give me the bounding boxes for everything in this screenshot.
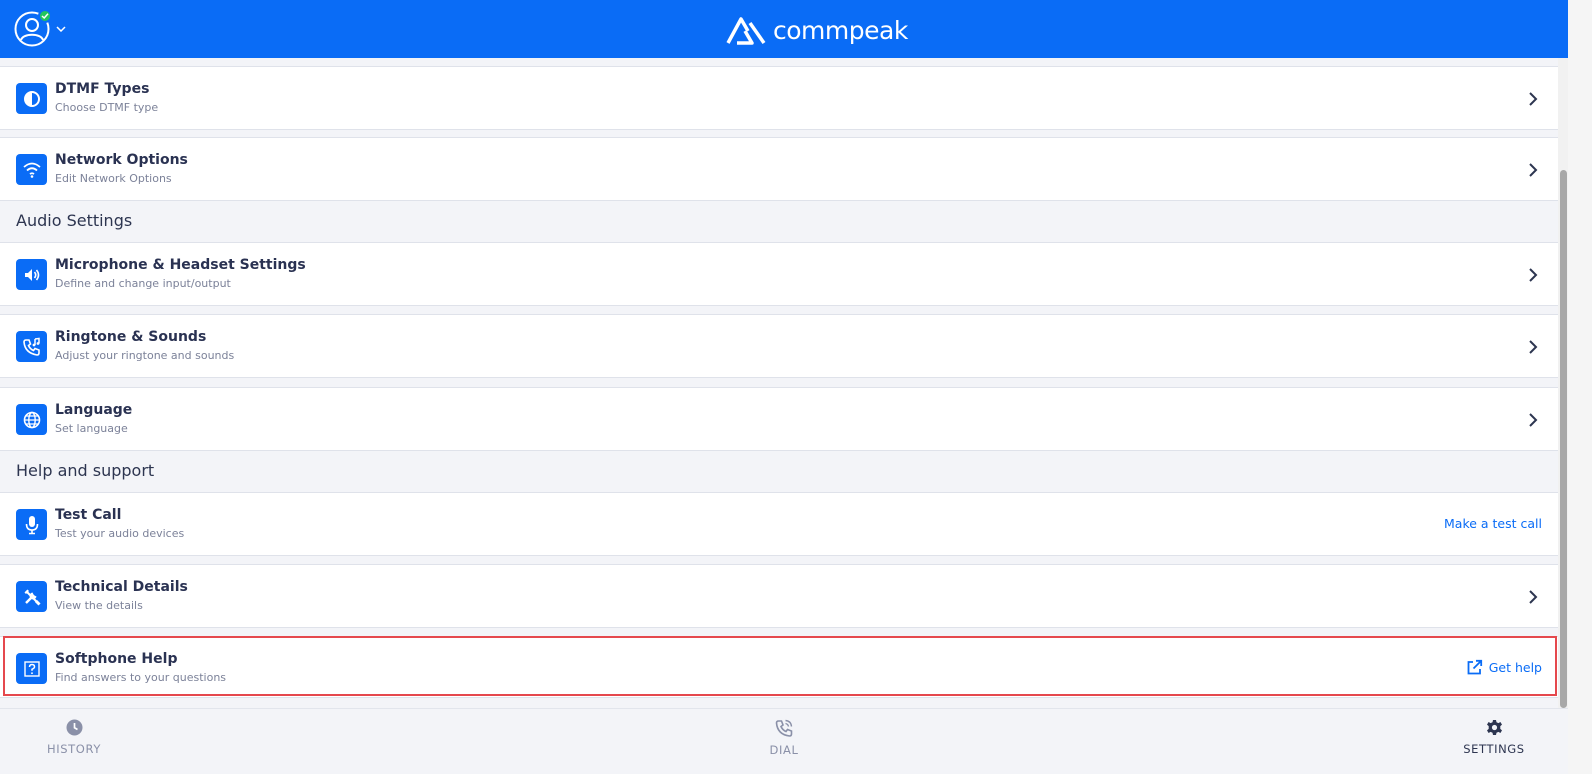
- settings-row-network[interactable]: Network Options Edit Network Options: [0, 137, 1558, 201]
- bottom-navigation: HISTORY DIAL SETTINGS: [0, 708, 1568, 774]
- chevron-right-icon: [1529, 590, 1538, 604]
- row-subtitle: Set language: [55, 422, 128, 435]
- settings-row-dtmf[interactable]: DTMF Types Choose DTMF type: [0, 66, 1558, 130]
- check-icon: [41, 13, 49, 20]
- chevron-right-icon: [1529, 163, 1538, 177]
- settings-list: DTMF Types Choose DTMF type Network Opti…: [0, 58, 1558, 708]
- app-header: commpeak: [0, 0, 1568, 58]
- chevron-right-icon: [1529, 340, 1538, 354]
- row-title: DTMF Types: [55, 81, 150, 97]
- row-subtitle: Adjust your ringtone and sounds: [55, 349, 235, 362]
- gear-icon: [1486, 720, 1502, 735]
- user-menu-button[interactable]: [14, 9, 76, 47]
- user-circle-icon: [14, 9, 52, 47]
- settings-row-test-call: Test Call Test your audio devices Make a…: [0, 492, 1558, 556]
- make-test-call-link[interactable]: Make a test call: [1444, 516, 1542, 531]
- row-title: Technical Details: [55, 579, 188, 595]
- row-subtitle: Define and change input/output: [55, 277, 231, 290]
- settings-row-technical-details[interactable]: Technical Details View the details: [0, 564, 1558, 628]
- row-subtitle: Edit Network Options: [55, 172, 172, 185]
- row-subtitle: Test your audio devices: [55, 527, 185, 540]
- globe-icon: [16, 404, 47, 435]
- settings-row-language[interactable]: Language Set language: [0, 387, 1558, 451]
- chevron-right-icon: [1529, 268, 1538, 282]
- commpeak-logo-icon: [726, 17, 766, 45]
- chevron-right-icon: [1529, 92, 1538, 106]
- get-help-label: Get help: [1488, 660, 1542, 675]
- row-title: Softphone Help: [55, 651, 178, 667]
- question-icon: [16, 653, 47, 684]
- nav-tab-dial[interactable]: DIAL: [724, 719, 844, 757]
- external-link-icon: [1467, 659, 1482, 675]
- settings-row-softphone-help: Softphone Help Find answers to your ques…: [0, 636, 1558, 698]
- tools-icon: [16, 581, 47, 612]
- clock-icon: [66, 719, 82, 736]
- settings-scrollbar[interactable]: [1558, 58, 1568, 708]
- dtmf-icon: [16, 83, 47, 114]
- row-title: Ringtone & Sounds: [55, 329, 207, 345]
- brand-name: commpeak: [773, 15, 908, 45]
- row-subtitle: Choose DTMF type: [55, 101, 159, 114]
- wifi-icon: [16, 154, 47, 185]
- section-title-audio: Audio Settings: [16, 211, 133, 230]
- nav-label: SETTINGS: [1463, 742, 1525, 756]
- section-title-help: Help and support: [16, 461, 155, 480]
- nav-tab-history[interactable]: HISTORY: [14, 719, 134, 756]
- chevron-down-icon: [56, 26, 66, 32]
- phone-music-icon: [16, 331, 47, 362]
- settings-row-microphone[interactable]: Microphone & Headset Settings Define and…: [0, 242, 1558, 306]
- row-title: Language: [55, 402, 133, 418]
- speaker-icon: [16, 259, 47, 290]
- brand-logo: commpeak: [725, 11, 908, 49]
- online-status-badge: [38, 9, 52, 23]
- row-subtitle: Find answers to your questions: [55, 671, 227, 684]
- nav-label: HISTORY: [47, 742, 101, 756]
- nav-label: DIAL: [769, 743, 799, 757]
- scrollbar-thumb[interactable]: [1560, 170, 1567, 708]
- window-scrollbar[interactable]: [1568, 0, 1592, 774]
- row-subtitle: View the details: [55, 599, 143, 612]
- microphone-icon: [16, 509, 47, 540]
- chevron-right-icon: [1529, 413, 1538, 427]
- nav-tab-settings[interactable]: SETTINGS: [1434, 719, 1554, 756]
- row-title: Network Options: [55, 152, 188, 168]
- row-title: Test Call: [55, 507, 122, 523]
- get-help-link[interactable]: Get help: [1466, 659, 1542, 676]
- settings-row-ringtone[interactable]: Ringtone & Sounds Adjust your ringtone a…: [0, 314, 1558, 378]
- row-title: Microphone & Headset Settings: [55, 257, 306, 273]
- phone-icon: [775, 719, 793, 737]
